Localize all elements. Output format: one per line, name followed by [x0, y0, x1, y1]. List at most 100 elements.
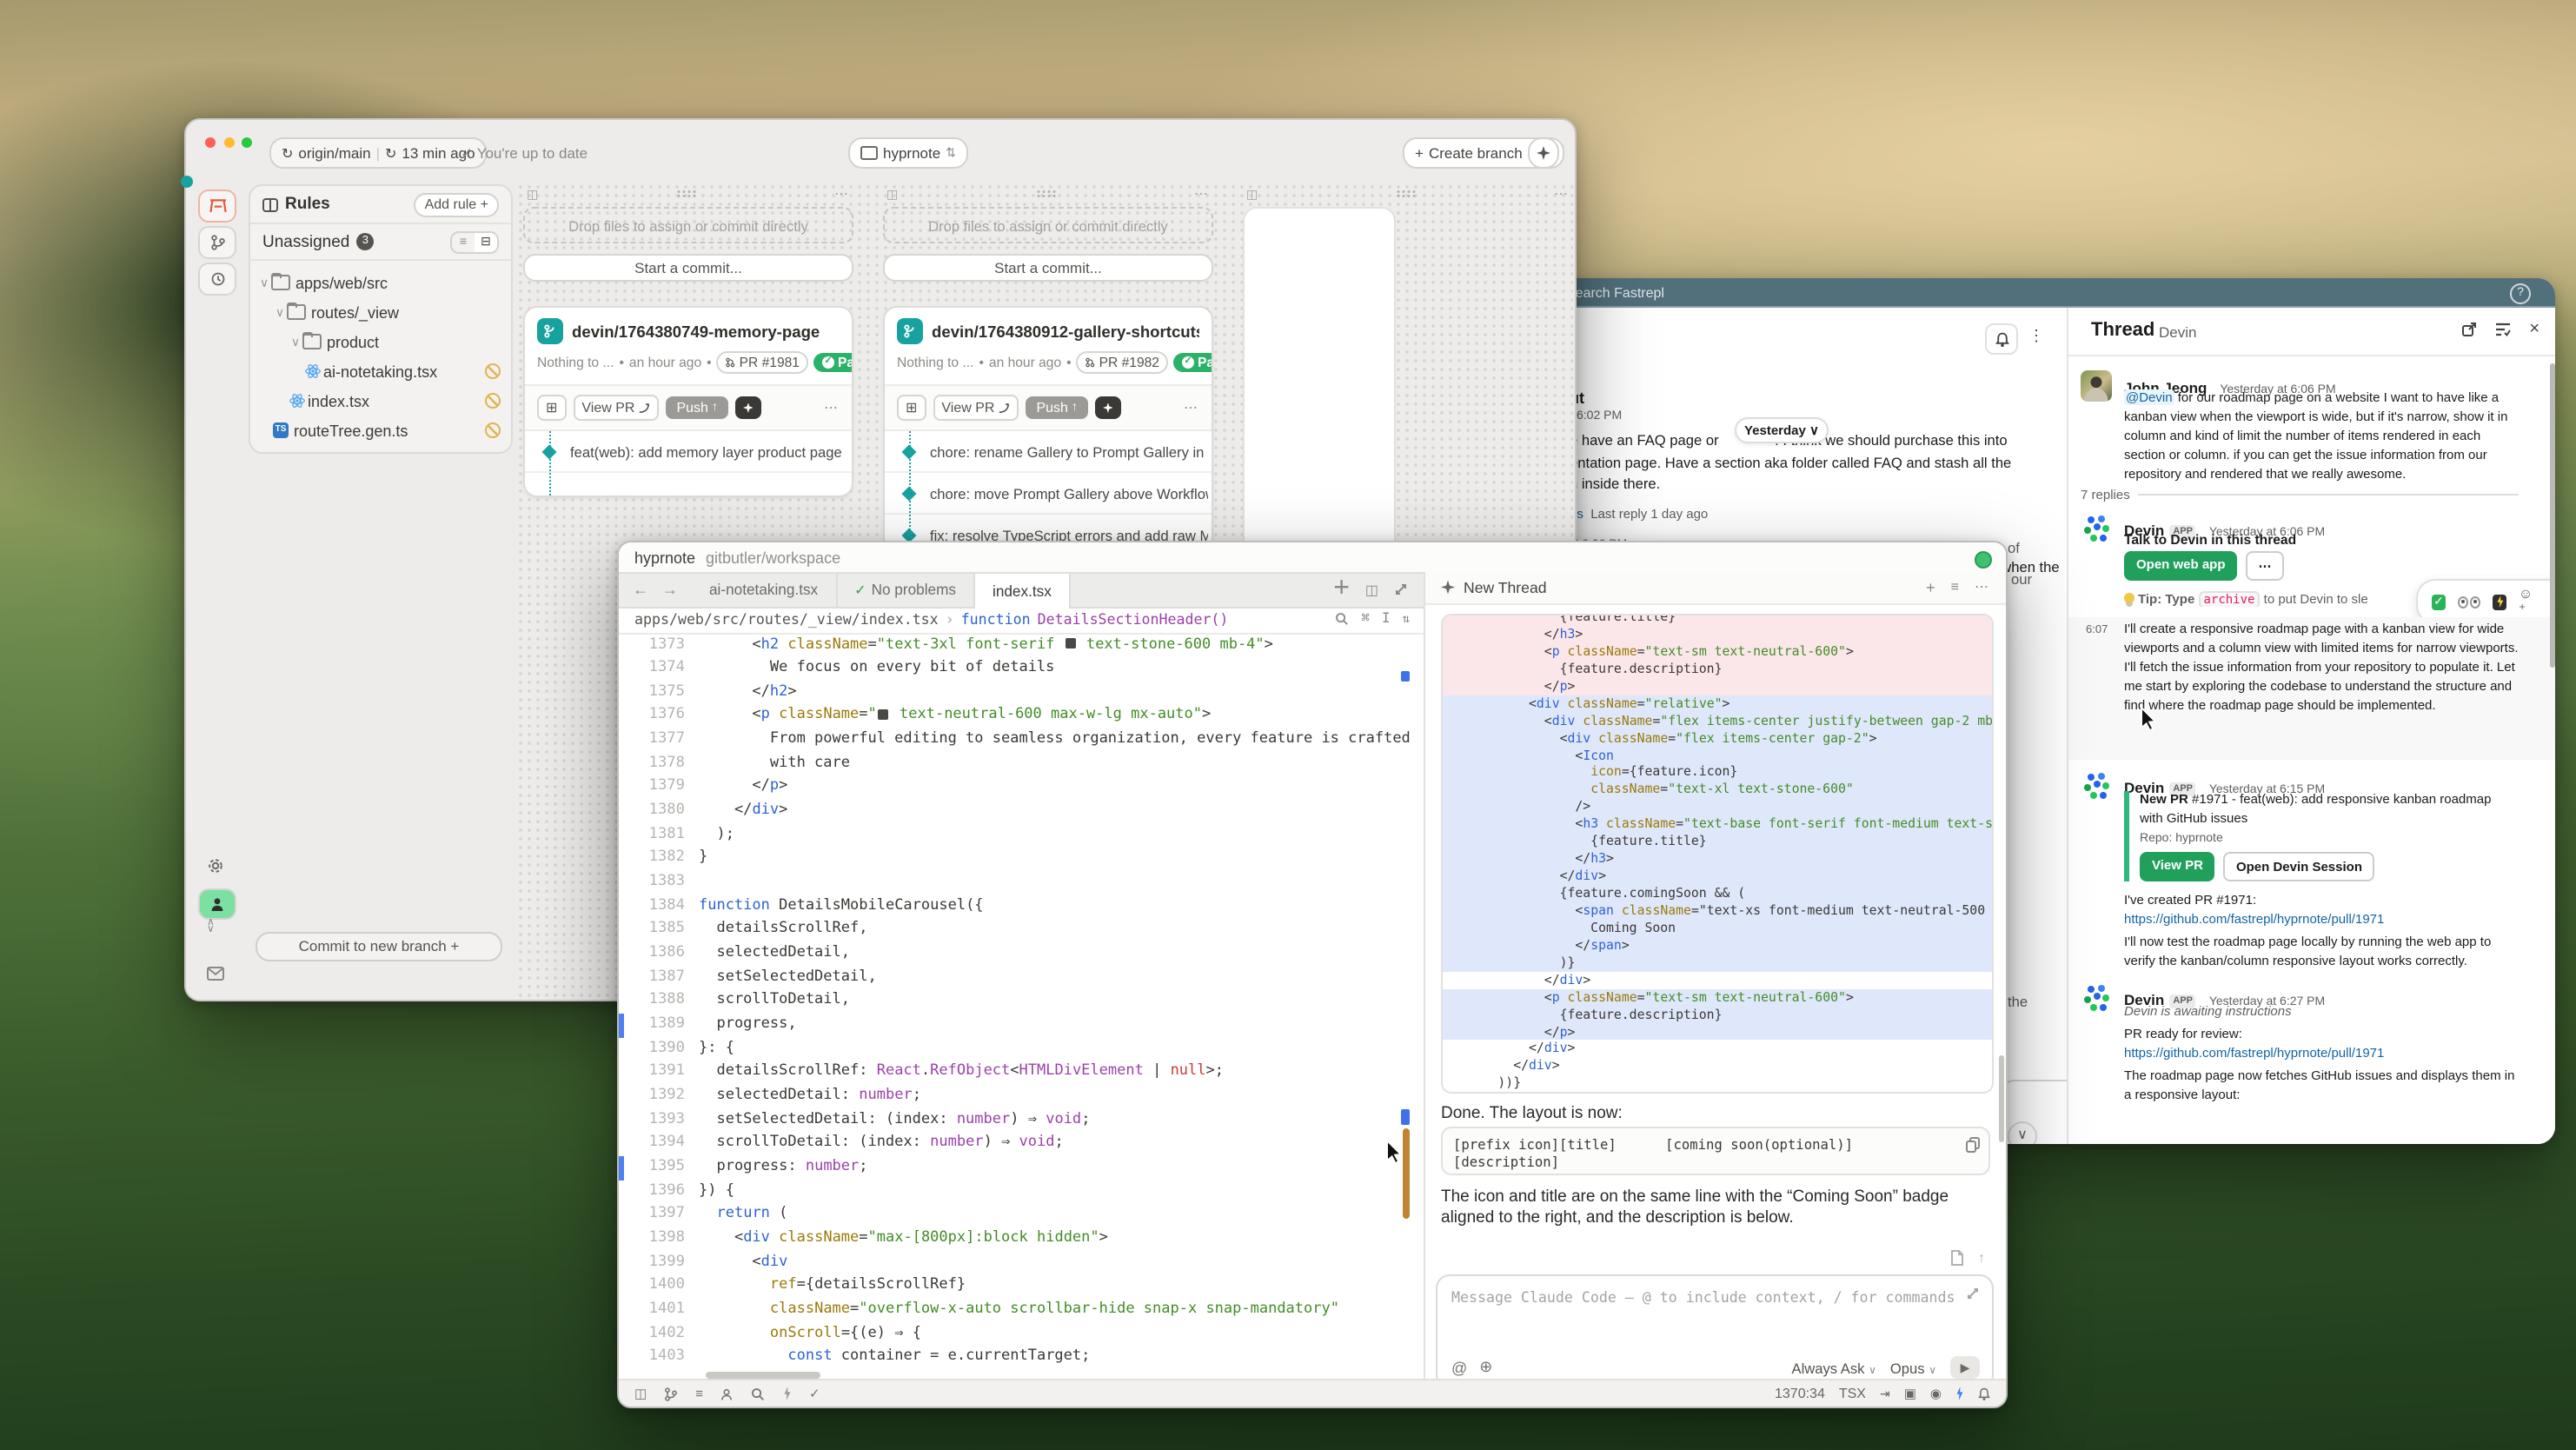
- code-line-1403[interactable]: 1403 const container = e.currentTarget;: [619, 1346, 1413, 1369]
- quick-actions-bolt-icon[interactable]: [783, 1387, 792, 1400]
- lane-menu-icon[interactable]: ⋯: [834, 186, 850, 202]
- collapse-lane-icon[interactable]: ◫: [527, 187, 538, 201]
- breadcrumb-path[interactable]: apps/web/src/routes/_view/index.tsx: [634, 609, 939, 627]
- panel-layout-icon[interactable]: ◫: [634, 1386, 647, 1401]
- breadcrumb-symbol[interactable]: DetailsSectionHeader(): [1038, 609, 1229, 627]
- ci-status-badge[interactable]: ✓Passed: [813, 353, 853, 372]
- start-commit-button[interactable]: Start a commit...: [523, 254, 853, 282]
- code-editor[interactable]: 1373 <h2 className="text-3xl font-serif …: [619, 634, 1413, 1369]
- l***REMOVED***-mode[interactable]: TSX: [1839, 1386, 1866, 1401]
- model-select[interactable]: Opus ∨: [1890, 1359, 1936, 1376]
- code-line-1383[interactable]: 1383: [619, 871, 1413, 895]
- filter-list-icon[interactable]: [2494, 322, 2512, 337]
- mention-devin[interactable]: @Devin: [2124, 389, 2174, 405]
- drag-handle[interactable]: [676, 190, 697, 198]
- copilot-bolt-icon[interactable]: [1955, 1387, 1964, 1400]
- tree-item-routes-view[interactable]: ∨routes/_view: [254, 297, 508, 327]
- tab-diagnostics[interactable]: ✓No problems: [837, 574, 975, 606]
- code-line-1385[interactable]: 1385 detailsScrollRef,: [619, 919, 1413, 942]
- search-icon[interactable]: [752, 1387, 766, 1400]
- code-line-1395[interactable]: 1395 progress: number;: [619, 1156, 1413, 1180]
- add-rule-button[interactable]: Add rule +: [415, 192, 499, 216]
- collapse-lane-icon[interactable]: ◫: [1246, 187, 1258, 201]
- thread-scrollbar[interactable]: [2549, 363, 2554, 668]
- indent-icon[interactable]: ⇥: [1880, 1387, 1890, 1400]
- help-icon[interactable]: ?: [2510, 283, 2531, 304]
- branch-name[interactable]: devin/1764380749-memory-page: [572, 323, 820, 340]
- assistant-input[interactable]: Message Claude Code — @ to include conte…: [1436, 1274, 1994, 1389]
- code-line-1387[interactable]: 1387 setSelectedDetail,: [619, 966, 1413, 989]
- eyes-emoji-button[interactable]: [2458, 595, 2480, 608]
- code-line-1379[interactable]: 1379 </p>: [619, 776, 1413, 800]
- tree-item-apps-web-src[interactable]: ∨apps/web/src: [254, 268, 508, 297]
- code-line-1381[interactable]: 1381 );: [619, 824, 1413, 848]
- symbol-outline-icon[interactable]: ⌘: [1361, 610, 1370, 626]
- more-options-button[interactable]: ⋯: [2247, 551, 2284, 581]
- tree-item-product[interactable]: ∨product: [254, 327, 508, 356]
- sort-icon[interactable]: ⇅: [1403, 611, 1410, 625]
- drop-zone[interactable]: Drop files to assign or commit directly: [883, 207, 1213, 243]
- remote-status-pill[interactable]: ↻ origin/main | ↻ 13 min ago: [269, 137, 488, 169]
- start-commit-button[interactable]: Start a commit...: [883, 254, 1213, 282]
- code-line-1378[interactable]: 1378 with care: [619, 753, 1413, 776]
- copy-icon[interactable]: [1966, 1137, 1980, 1153]
- editor-titlebar[interactable]: hyprnote gitbutler/workspace: [619, 542, 2006, 572]
- split-pane-icon[interactable]: ◫: [1365, 582, 1378, 598]
- tree-view-icon[interactable]: ⊟: [475, 232, 497, 251]
- check-emoji-button[interactable]: ✓: [2432, 594, 2446, 609]
- view-pr-button[interactable]: View PR: [933, 395, 1019, 421]
- code-line-1396[interactable]: 1396}) {: [619, 1180, 1413, 1203]
- new-tab-icon[interactable]: +: [1333, 575, 1350, 606]
- search-icon[interactable]: [1335, 611, 1349, 625]
- permission-mode-select[interactable]: Always Ask ∨: [1792, 1359, 1876, 1376]
- laptop-emoji-button[interactable]: [2493, 594, 2506, 609]
- collapse-lane-icon[interactable]: ◫: [886, 187, 898, 201]
- gitbutler-logo-button[interactable]: [198, 190, 236, 223]
- chevron-expand-icon[interactable]: ∧∨: [207, 920, 215, 934]
- devin-avatar[interactable]: [2081, 770, 2112, 801]
- code-line-1393[interactable]: 1393 setSelectedDetail: (index: number) …: [619, 1108, 1413, 1132]
- pr-link[interactable]: https://github.com/fastrepl/hyprnote/pul…: [2124, 1045, 2384, 1064]
- avatar[interactable]: [2081, 370, 2112, 402]
- push-button[interactable]: Push↑: [1026, 396, 1087, 419]
- tab-ai-notetaking[interactable]: ai-notetaking.tsx: [692, 574, 837, 606]
- tree-item-index-tsx[interactable]: index.tsx: [254, 386, 508, 416]
- branch-menu-icon[interactable]: ⋯: [824, 400, 840, 416]
- view-toggle[interactable]: ≡⊟: [450, 230, 499, 253]
- ai-commit-button[interactable]: [735, 396, 761, 419]
- code-line-1384[interactable]: 1384function DetailsMobileCarousel({: [619, 895, 1413, 918]
- view-pr-button[interactable]: View PR: [2140, 852, 2215, 881]
- tab-index-tsx[interactable]: index.tsx: [975, 574, 1071, 608]
- code-line-1376[interactable]: 1376 <p className=" text-neutral-600 max…: [619, 705, 1413, 728]
- history-nav-button[interactable]: [198, 263, 236, 296]
- commit-row[interactable]: chore: move Prompt Gallery above Workflo…: [885, 473, 1212, 515]
- cursor-ibeam-icon[interactable]: I: [1382, 610, 1391, 626]
- scroll-up-icon[interactable]: ↑: [1978, 1250, 1985, 1266]
- expand-icon[interactable]: [1394, 583, 1408, 597]
- branch-name[interactable]: devin/1764380912-gallery-shortcuts: [932, 323, 1199, 340]
- more-vertical-icon[interactable]: ⋮: [2028, 327, 2044, 346]
- open-devin-session-button[interactable]: Open Devin Session: [2224, 852, 2374, 881]
- code-line-1377[interactable]: 1377 From powerful editing to seamless o…: [619, 728, 1413, 752]
- scroll-to-bottom-button[interactable]: ∨: [2008, 1121, 2037, 1144]
- close-icon[interactable]: ×: [2529, 320, 2539, 339]
- pr-link[interactable]: https://github.com/fastrepl/hyprnote/pul…: [2124, 911, 2384, 930]
- code-line-1392[interactable]: 1392 selectedDetail: number;: [619, 1085, 1413, 1108]
- project-switcher[interactable]: hyprnote ⇅: [848, 137, 968, 169]
- editor-branch-name[interactable]: gitbutler/workspace: [706, 549, 840, 567]
- ai-commit-button[interactable]: [1095, 396, 1121, 419]
- code-line-1400[interactable]: 1400 ref={detailsScrollRef}: [619, 1274, 1413, 1298]
- code-line-1402[interactable]: 1402 onScroll={(e) ⇒ {: [619, 1322, 1413, 1346]
- devin-avatar[interactable]: [2081, 982, 2112, 1014]
- code-line-1394[interactable]: 1394 scrollToDetail: (index: number) ⇒ v…: [619, 1133, 1413, 1156]
- commit-window-button[interactable]: ⊞: [897, 395, 926, 421]
- code-line-1391[interactable]: 1391 detailsScrollRef: React.RefObject<H…: [619, 1061, 1413, 1085]
- branches-nav-button[interactable]: [198, 226, 236, 259]
- add-reaction-button[interactable]: ☺⁺: [2519, 586, 2538, 617]
- pr-pill[interactable]: PR #1982: [1077, 351, 1168, 374]
- code-line-1388[interactable]: 1388 scrollToDetail,: [619, 990, 1413, 1014]
- collab-user-icon[interactable]: [720, 1387, 734, 1400]
- code-line-1382[interactable]: 1382}: [619, 848, 1413, 871]
- expand-input-icon[interactable]: [1966, 1287, 1980, 1300]
- lane-menu-icon[interactable]: ⋯: [1194, 186, 1210, 202]
